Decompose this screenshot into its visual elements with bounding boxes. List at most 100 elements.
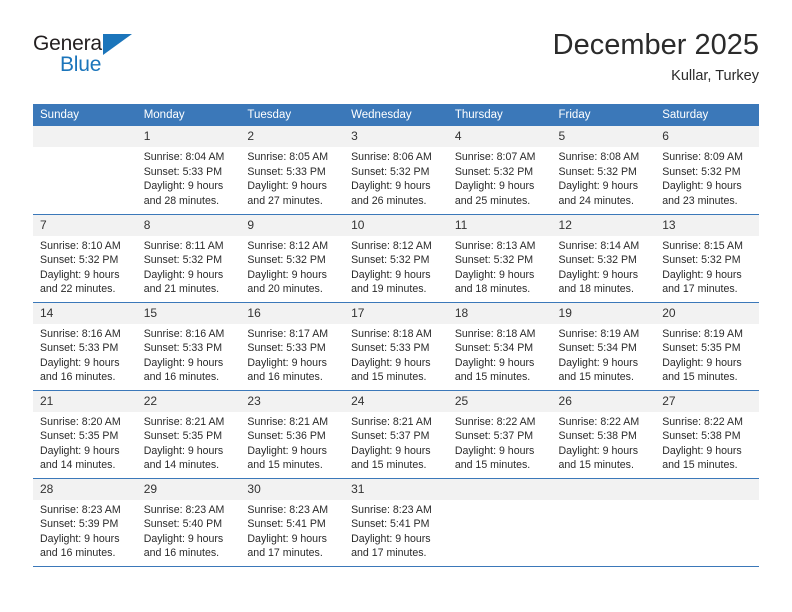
day-cell-inner: 12 Sunrise: 8:14 AM Sunset: 5:32 PM Dayligh… xyxy=(551,214,656,302)
calendar-day-cell[interactable]: 4 Sunrise: 8:07 AM Sunset: 5:32 PM Daylight… xyxy=(447,126,552,215)
day-number: 26 xyxy=(551,390,656,412)
sunset-text: Sunset: 5:37 PM xyxy=(454,430,534,443)
calendar-day-cell[interactable]: 5 Sunrise: 8:08 AM Sunset: 5:32 PM Daylight… xyxy=(551,126,656,215)
day-cell-inner xyxy=(655,478,759,566)
calendar-week-row: 21 Sunrise: 8:20 AM Sunset: 5:35 PM Dayligh… xyxy=(33,390,759,479)
day-cell-inner: 15 Sunrise: 8:16 AM Sunset: 5:33 PM Dayligh… xyxy=(136,302,241,390)
sunset-text: Sunset: 5:35 PM xyxy=(662,342,741,355)
daylight-text: Daylight: 9 hours and 16 minutes. xyxy=(40,532,120,560)
daylight-text: Daylight: 9 hours and 25 minutes. xyxy=(454,180,535,207)
day-cell-body: Sunrise: 8:23 AM Sunset: 5:41 PM Daylight:… xyxy=(240,500,344,561)
calendar-week-row: 7 Sunrise: 8:10 AM Sunset: 5:32 PM Daylight… xyxy=(33,214,759,303)
weekday-header-sunday: Sunday xyxy=(33,104,137,126)
sunset-text: Sunset: 5:35 PM xyxy=(143,430,223,443)
calendar-day-cell[interactable]: 11 Sunrise: 8:13 AM Sunset: 5:32 PM Dayligh… xyxy=(447,214,552,303)
daylight-text: Daylight: 9 hours and 14 minutes. xyxy=(40,444,120,472)
day-number: 28 xyxy=(33,478,137,500)
day-number: 17 xyxy=(344,302,448,324)
weekday-header-friday: Friday xyxy=(551,104,656,126)
calendar-day-cell[interactable]: 29 Sunrise: 8:23 AM Sunset: 5:40 PM Dayligh… xyxy=(136,478,241,567)
calendar-week-row: 14 Sunrise: 8:16 AM Sunset: 5:33 PM Dayligh… xyxy=(33,302,759,391)
daylight-text: Daylight: 9 hours and 22 minutes. xyxy=(40,268,120,296)
calendar-day-cell[interactable]: 25 Sunrise: 8:22 AM Sunset: 5:37 PM Dayligh… xyxy=(447,390,552,479)
sunrise-text: Sunrise: 8:04 AM xyxy=(143,151,225,163)
calendar-day-cell[interactable]: 15 Sunrise: 8:16 AM Sunset: 5:33 PM Dayligh… xyxy=(136,302,241,391)
calendar-day-cell[interactable]: 17 Sunrise: 8:18 AM Sunset: 5:33 PM Dayligh… xyxy=(344,302,448,391)
day-number: 8 xyxy=(136,214,241,236)
sunrise-text: Sunrise: 8:11 AM xyxy=(143,239,224,252)
calendar-day-cell[interactable]: 30 Sunrise: 8:23 AM Sunset: 5:41 PM Dayligh… xyxy=(240,478,345,567)
day-number: 29 xyxy=(136,478,241,500)
sunset-text: Sunset: 5:32 PM xyxy=(662,165,741,178)
daylight-text: Daylight: 9 hours and 19 minutes. xyxy=(351,268,431,296)
day-cell-body: Sunrise: 8:20 AM Sunset: 5:35 PM Daylight:… xyxy=(33,412,137,473)
calendar-day-cell-empty xyxy=(33,126,137,215)
calendar-day-cell[interactable]: 23 Sunrise: 8:21 AM Sunset: 5:36 PM Dayligh… xyxy=(240,390,345,479)
daylight-text: Daylight: 9 hours and 15 minutes. xyxy=(351,356,431,384)
title-block: December 2025 Kullar, Turkey xyxy=(553,28,759,86)
calendar-day-cell[interactable]: 28 Sunrise: 8:23 AM Sunset: 5:39 PM Dayligh… xyxy=(33,478,137,567)
calendar-day-cell[interactable]: 7 Sunrise: 8:10 AM Sunset: 5:32 PM Daylight… xyxy=(33,214,137,303)
day-number xyxy=(551,478,656,500)
calendar-day-cell-empty xyxy=(655,478,759,567)
day-cell-body: Sunrise: 8:19 AM Sunset: 5:34 PM Daylight:… xyxy=(552,324,656,385)
day-cell-body: Sunrise: 8:23 AM Sunset: 5:41 PM Daylight:… xyxy=(344,500,448,561)
day-number xyxy=(447,478,552,500)
calendar-day-cell[interactable]: 13 Sunrise: 8:15 AM Sunset: 5:32 PM Dayligh… xyxy=(655,214,759,303)
day-cell-body: Sunrise: 8:11 AM Sunset: 5:32 PM Daylight:… xyxy=(137,236,241,297)
sunrise-text: Sunrise: 8:22 AM xyxy=(662,415,743,428)
day-cell-inner: 23 Sunrise: 8:21 AM Sunset: 5:36 PM Dayligh… xyxy=(240,390,345,478)
sunrise-text: Sunrise: 8:13 AM xyxy=(454,239,536,252)
daylight-text: Daylight: 9 hours and 20 minutes. xyxy=(247,268,327,296)
calendar-day-cell[interactable]: 20 Sunrise: 8:19 AM Sunset: 5:35 PM Dayligh… xyxy=(655,302,759,391)
daylight-text: Daylight: 9 hours and 16 minutes. xyxy=(143,532,224,560)
calendar-day-cell[interactable]: 9 Sunrise: 8:12 AM Sunset: 5:32 PM Daylight… xyxy=(240,214,345,303)
daylight-text: Daylight: 9 hours and 15 minutes. xyxy=(454,444,535,472)
day-cell-inner: 9 Sunrise: 8:12 AM Sunset: 5:32 PM Daylight… xyxy=(240,214,345,302)
sunset-text: Sunset: 5:38 PM xyxy=(662,430,741,443)
calendar-day-cell[interactable]: 1 Sunrise: 8:04 AM Sunset: 5:33 PM Daylight… xyxy=(136,126,241,215)
day-cell-body: Sunrise: 8:22 AM Sunset: 5:38 PM Daylight:… xyxy=(552,412,656,473)
day-cell-inner: 6 Sunrise: 8:09 AM Sunset: 5:32 PM Daylight… xyxy=(655,126,759,214)
sunrise-text: Sunrise: 8:22 AM xyxy=(454,415,536,428)
day-cell-body: Sunrise: 8:12 AM Sunset: 5:32 PM Daylight:… xyxy=(240,236,344,297)
sunset-text: Sunset: 5:32 PM xyxy=(351,254,430,267)
day-cell-inner: 31 Sunrise: 8:23 AM Sunset: 5:41 PM Dayligh… xyxy=(344,478,448,566)
day-cell-inner: 21 Sunrise: 8:20 AM Sunset: 5:35 PM Dayligh… xyxy=(33,390,137,478)
general-blue-logo[interactable]: General Blue xyxy=(33,32,233,88)
calendar-day-cell[interactable]: 6 Sunrise: 8:09 AM Sunset: 5:32 PM Daylight… xyxy=(655,126,759,215)
daylight-text: Daylight: 9 hours and 17 minutes. xyxy=(662,268,742,296)
calendar-day-cell[interactable]: 31 Sunrise: 8:23 AM Sunset: 5:41 PM Dayligh… xyxy=(344,478,448,567)
day-number: 10 xyxy=(344,214,448,236)
day-number: 1 xyxy=(136,126,241,147)
day-cell-body: Sunrise: 8:10 AM Sunset: 5:32 PM Daylight:… xyxy=(33,236,137,297)
day-cell-body: Sunrise: 8:04 AM Sunset: 5:33 PM Daylight:… xyxy=(137,147,241,208)
calendar-day-cell[interactable]: 27 Sunrise: 8:22 AM Sunset: 5:38 PM Dayligh… xyxy=(655,390,759,479)
calendar-day-cell[interactable]: 21 Sunrise: 8:20 AM Sunset: 5:35 PM Dayligh… xyxy=(33,390,137,479)
calendar-day-cell[interactable]: 24 Sunrise: 8:21 AM Sunset: 5:37 PM Dayligh… xyxy=(344,390,448,479)
day-cell-inner: 30 Sunrise: 8:23 AM Sunset: 5:41 PM Dayligh… xyxy=(240,478,345,566)
day-cell-inner: 18 Sunrise: 8:18 AM Sunset: 5:34 PM Dayligh… xyxy=(447,302,552,390)
calendar-day-cell[interactable]: 26 Sunrise: 8:22 AM Sunset: 5:38 PM Dayligh… xyxy=(551,390,656,479)
day-number: 30 xyxy=(240,478,345,500)
calendar-day-cell[interactable]: 2 Sunrise: 8:05 AM Sunset: 5:33 PM Daylight… xyxy=(240,126,345,215)
calendar-day-cell[interactable]: 3 Sunrise: 8:06 AM Sunset: 5:32 PM Daylight… xyxy=(344,126,448,215)
calendar-day-cell[interactable]: 10 Sunrise: 8:12 AM Sunset: 5:32 PM Dayligh… xyxy=(344,214,448,303)
day-cell-inner: 7 Sunrise: 8:10 AM Sunset: 5:32 PM Daylight… xyxy=(33,214,137,302)
sunset-text: Sunset: 5:33 PM xyxy=(351,342,430,355)
day-number: 21 xyxy=(33,390,137,412)
sunrise-text: Sunrise: 8:18 AM xyxy=(351,327,432,340)
calendar-day-cell[interactable]: 14 Sunrise: 8:16 AM Sunset: 5:33 PM Dayligh… xyxy=(33,302,137,391)
daylight-text: Daylight: 9 hours and 15 minutes. xyxy=(662,356,742,384)
calendar-day-cell[interactable]: 22 Sunrise: 8:21 AM Sunset: 5:35 PM Dayligh… xyxy=(136,390,241,479)
calendar-day-cell[interactable]: 16 Sunrise: 8:17 AM Sunset: 5:33 PM Dayligh… xyxy=(240,302,345,391)
page-title: December 2025 xyxy=(552,29,759,61)
calendar-day-cell[interactable]: 18 Sunrise: 8:18 AM Sunset: 5:34 PM Dayligh… xyxy=(447,302,552,391)
sunrise-text: Sunrise: 8:23 AM xyxy=(40,503,121,516)
calendar-day-cell[interactable]: 12 Sunrise: 8:14 AM Sunset: 5:32 PM Dayligh… xyxy=(551,214,656,303)
calendar-day-cell[interactable]: 8 Sunrise: 8:11 AM Sunset: 5:32 PM Daylight… xyxy=(136,214,241,303)
day-cell-inner: 17 Sunrise: 8:18 AM Sunset: 5:33 PM Dayligh… xyxy=(344,302,448,390)
calendar-day-cell[interactable]: 19 Sunrise: 8:19 AM Sunset: 5:34 PM Dayligh… xyxy=(551,302,656,391)
day-number: 15 xyxy=(136,302,241,324)
sunrise-text: Sunrise: 8:10 AM xyxy=(40,239,121,252)
